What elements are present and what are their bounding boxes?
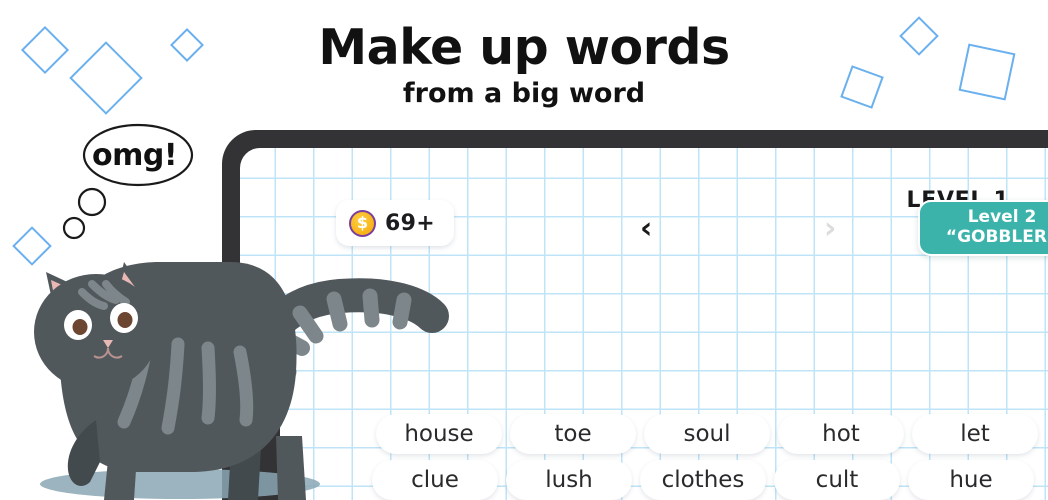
speech-bubble-text: omg! — [92, 138, 178, 173]
cat-front-paw — [67, 420, 100, 486]
coin-icon: $ — [349, 209, 376, 237]
word-chip[interactable]: clue — [372, 460, 498, 500]
game-screen: $ 69+ ‹ › LEVEL 1 Level 2 “GOBBLER” hous… — [240, 148, 1048, 500]
next-level-arrow[interactable]: › — [824, 214, 836, 244]
promo-title: Make up words — [318, 19, 730, 76]
prev-level-arrow[interactable]: ‹ — [640, 214, 652, 244]
word-chip[interactable]: let — [912, 414, 1038, 454]
word-row: house toe soul hot let — [376, 414, 1038, 454]
word-chip[interactable]: hot — [778, 414, 904, 454]
speech-bubble-dot-small — [62, 216, 86, 240]
promo-subtitle: from a big word — [402, 78, 646, 110]
next-level-button[interactable]: Level 2 “GOBBLER” — [918, 200, 1048, 256]
next-level-word: “GOBBLER” — [945, 227, 1048, 247]
diamond-shape-4 — [12, 226, 52, 266]
word-chip[interactable]: lush — [506, 460, 632, 500]
promo-header: Make up words from a big word — [0, 0, 1048, 109]
speech-bubble — [82, 123, 194, 187]
phone-notch — [240, 404, 280, 500]
coin-balance[interactable]: $ 69+ — [336, 200, 454, 246]
coin-count: 69+ — [385, 210, 435, 236]
word-chip[interactable]: toe — [510, 414, 636, 454]
word-chip[interactable]: hue — [908, 460, 1034, 500]
word-row: clue lush clothes cult hue — [372, 460, 1034, 500]
cat-head — [34, 262, 158, 390]
word-chip[interactable]: clothes — [640, 460, 766, 500]
game-hud: $ 69+ ‹ › LEVEL 1 Level 2 “GOBBLER” — [258, 166, 1048, 276]
word-chip[interactable]: house — [376, 414, 502, 454]
word-chip[interactable]: cult — [774, 460, 900, 500]
promo-screenshot: Make up words from a big word $ 69+ ‹ › … — [0, 0, 1048, 500]
phone-mockup: $ 69+ ‹ › LEVEL 1 Level 2 “GOBBLER” hous… — [222, 130, 1048, 500]
speech-bubble-dot-large — [77, 187, 107, 217]
next-level-label: Level 2 — [967, 207, 1037, 228]
word-chip[interactable]: soul — [644, 414, 770, 454]
cat-front-leg — [104, 440, 138, 500]
